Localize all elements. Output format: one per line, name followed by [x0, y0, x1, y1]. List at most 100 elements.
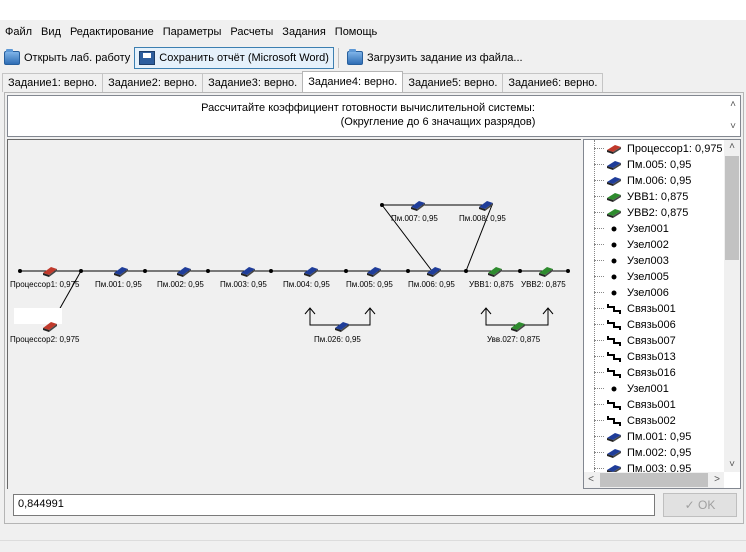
- tree-guide-line: [594, 436, 604, 437]
- label-pm003: Пм.003: 0,95: [220, 280, 267, 289]
- selection-artifact: [14, 308, 62, 324]
- open-lab-button[interactable]: Открыть лаб. работу: [0, 47, 134, 69]
- answer-input[interactable]: 0,844991: [13, 494, 655, 516]
- menu-help[interactable]: Помощь: [330, 22, 382, 42]
- label-pm004: Пм.004: 0,95: [283, 280, 330, 289]
- diagram-node: [464, 269, 468, 273]
- chevron-down-icon[interactable]: ˅: [726, 120, 740, 134]
- tab-task1[interactable]: Задание1: верно.: [2, 73, 104, 92]
- menu-calculations[interactable]: Расчеты: [225, 22, 277, 42]
- system-diagram[interactable]: Процессор1: 0,975 Процессор2: 0,975 Пм.0…: [7, 139, 581, 489]
- link-icon: [606, 335, 622, 352]
- chevron-right-icon[interactable]: ˃: [710, 473, 724, 487]
- tree-item-label: Узел001: [627, 223, 669, 235]
- tab-task3[interactable]: Задание3: верно.: [202, 73, 304, 92]
- task-rounding-note: (Округление до 6 значащих разрядов): [340, 116, 536, 128]
- memory-icon: [606, 175, 622, 192]
- processor1-module[interactable]: [43, 267, 57, 277]
- menu-file[interactable]: Файл: [0, 22, 36, 42]
- pm026-module[interactable]: [335, 322, 349, 332]
- label-pm006: Пм.006: 0,95: [408, 280, 455, 289]
- uvv1-module[interactable]: [488, 267, 502, 277]
- pm008-module[interactable]: [479, 201, 493, 211]
- pm004-module[interactable]: [304, 267, 318, 277]
- tree-guide-line: [594, 452, 604, 453]
- node-icon: [606, 383, 622, 400]
- folder-open-icon: [346, 49, 363, 65]
- tab-task5[interactable]: Задание5: верно.: [402, 73, 504, 92]
- node-icon: [606, 239, 622, 256]
- io-icon: [606, 207, 622, 224]
- tree-hscroll-thumb[interactable]: [600, 473, 708, 487]
- tree-vertical-scrollbar[interactable]: ˄ ˅: [724, 140, 740, 472]
- ok-label: OK: [698, 498, 716, 512]
- load-task-button[interactable]: Загрузить задание из файла...: [343, 47, 527, 69]
- task-text: Рассчитайте коэффициент готовности вычис…: [201, 102, 535, 114]
- chevron-left-icon[interactable]: ˂: [584, 473, 598, 487]
- label-pm002: Пм.002: 0,95: [157, 280, 204, 289]
- ok-button[interactable]: ✓ OK: [663, 493, 737, 517]
- pm005-module[interactable]: [367, 267, 381, 277]
- link-icon: [606, 319, 622, 336]
- uvv2-module[interactable]: [539, 267, 553, 277]
- node-icon: [606, 223, 622, 240]
- label-pm005: Пм.005: 0,95: [346, 280, 393, 289]
- tree-guide-line: [594, 340, 604, 341]
- component-tree[interactable]: Процессор1: 0,975 Пм.005: 0,95 Пм.006: 0,9…: [583, 139, 741, 489]
- diagram-node: [518, 269, 522, 273]
- tree-item-label: Связь007: [627, 335, 676, 347]
- memory-icon: [606, 447, 622, 464]
- tree-item-label: Пм.002: 0,95: [627, 447, 692, 459]
- chevron-down-icon[interactable]: ˅: [725, 458, 739, 472]
- pm003-module[interactable]: [241, 267, 255, 277]
- link-icon: [606, 399, 622, 416]
- pm001-module[interactable]: [114, 267, 128, 277]
- node-icon: [606, 255, 622, 272]
- menu-tasks[interactable]: Задания: [277, 22, 329, 42]
- menu-parameters[interactable]: Параметры: [158, 22, 226, 42]
- tree-guide-line: [594, 196, 604, 197]
- tree-horizontal-scrollbar[interactable]: ˂ ˃: [584, 472, 724, 488]
- link-icon: [606, 367, 622, 384]
- tree-item-label: УВВ2: 0,875: [627, 207, 689, 219]
- diagram-node: [344, 269, 348, 273]
- diagram-node: [18, 269, 22, 273]
- folder-open-icon: [4, 49, 20, 65]
- tree-item-label: Узел005: [627, 271, 669, 283]
- menu-view[interactable]: Вид: [36, 22, 65, 42]
- diagram-node: [143, 269, 147, 273]
- tab-task4[interactable]: Задание4: верно.: [302, 71, 404, 92]
- link-icon: [606, 303, 622, 320]
- tree-item-label: Связь006: [627, 319, 676, 331]
- title-area: [0, 0, 746, 20]
- pm006-module[interactable]: [427, 267, 441, 277]
- tree-item-label: Связь002: [627, 415, 676, 427]
- task-tabs: Задание1: верно. Задание2: верно. Задани…: [2, 71, 604, 92]
- load-task-label: Загрузить задание из файла...: [366, 52, 523, 64]
- pm007-module[interactable]: [411, 201, 425, 211]
- task-scrollbar[interactable]: ˄ ˅: [726, 96, 740, 136]
- tree-scroll-thumb[interactable]: [725, 156, 739, 260]
- link-icon: [606, 415, 622, 432]
- tree-guide-line: [594, 228, 604, 229]
- tree-guide-line: [594, 212, 604, 213]
- tree-guide-line: [594, 420, 604, 421]
- pm002-module[interactable]: [177, 267, 191, 277]
- uvv027-module[interactable]: [511, 322, 525, 332]
- tab-task6[interactable]: Задание6: верно.: [502, 73, 604, 92]
- menu-edit[interactable]: Редактирование: [65, 22, 158, 42]
- chevron-up-icon[interactable]: ˄: [725, 140, 739, 154]
- tree-item-label: Пм.006: 0,95: [627, 175, 692, 187]
- label-proc1: Процессор1: 0,975: [10, 280, 80, 289]
- memory-icon: [606, 431, 622, 448]
- tree-item-label: Связь001: [627, 303, 676, 315]
- tree-item-label: Узел006: [627, 287, 669, 299]
- save-report-button[interactable]: Сохранить отчёт (Microsoft Word): [134, 47, 334, 69]
- chevron-up-icon[interactable]: ˄: [726, 98, 740, 112]
- tab-task2[interactable]: Задание2: верно.: [102, 73, 204, 92]
- node-icon: [606, 287, 622, 304]
- tree-guide-line: [594, 372, 604, 373]
- memory-icon: [606, 159, 622, 176]
- tree-guide-line: [594, 388, 604, 389]
- label-uvv1: УВВ1: 0,875: [469, 280, 514, 289]
